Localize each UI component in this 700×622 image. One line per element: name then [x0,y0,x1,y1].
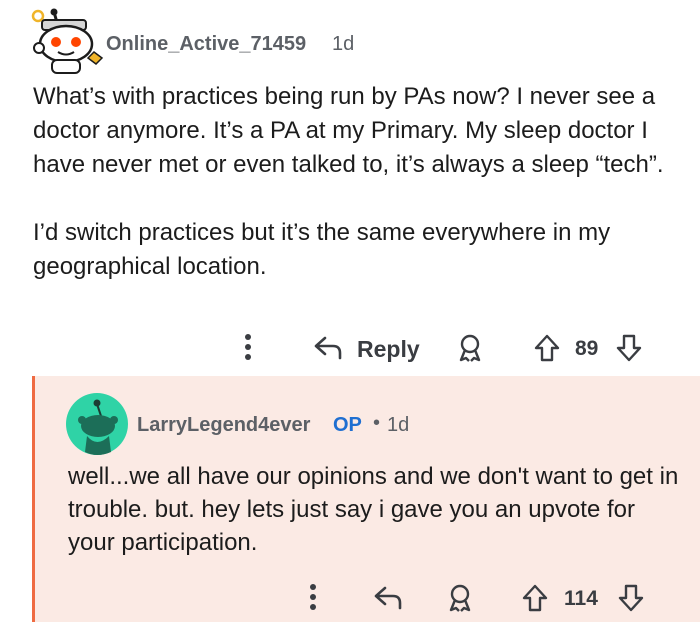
downvote-arrow-icon[interactable] [615,333,643,363]
vote-count: 89 [575,337,599,360]
reddit-snoo-avatar-icon [66,393,128,455]
reply-timestamp: 1d [387,414,410,436]
user-avatar[interactable] [30,8,106,74]
award-icon[interactable] [446,583,474,613]
comment-paragraph: I’d switch practices but it’s the same e… [33,219,611,280]
vote-count: 114 [564,587,598,610]
reply-username[interactable]: LarryLegend4ever [137,414,310,437]
comment-body: What’s with practices being run by PAs n… [33,80,673,318]
comment-timestamp: 1d [332,33,355,55]
reply-action-bar: 114 [35,576,700,620]
upvote-arrow-icon[interactable] [533,333,561,363]
reply-arrow-icon[interactable] [373,584,403,612]
reddit-snoo-avatar-icon [31,8,104,74]
reply-body: well...we all have our opinions and we d… [68,463,679,556]
user-avatar[interactable] [65,392,129,456]
reply-arrow-icon[interactable] [313,334,343,362]
more-options-icon[interactable] [309,584,317,614]
comment-paragraph: What’s with practices being run by PAs n… [33,83,664,178]
downvote-arrow-icon[interactable] [617,583,645,613]
comment-action-bar: Reply 89 [0,326,700,370]
op-badge: OP [333,414,362,436]
award-icon[interactable] [456,333,484,363]
separator-dot: • [373,412,381,434]
upvote-arrow-icon[interactable] [521,583,549,613]
comment: Online_Active_71459 1d What’s with pract… [0,0,700,376]
comment-username[interactable]: Online_Active_71459 [106,33,306,56]
reply-comment: LarryLegend4ever OP • 1d well...we all h… [32,376,700,622]
reply-button[interactable]: Reply [357,336,420,363]
more-options-icon[interactable] [244,334,252,364]
